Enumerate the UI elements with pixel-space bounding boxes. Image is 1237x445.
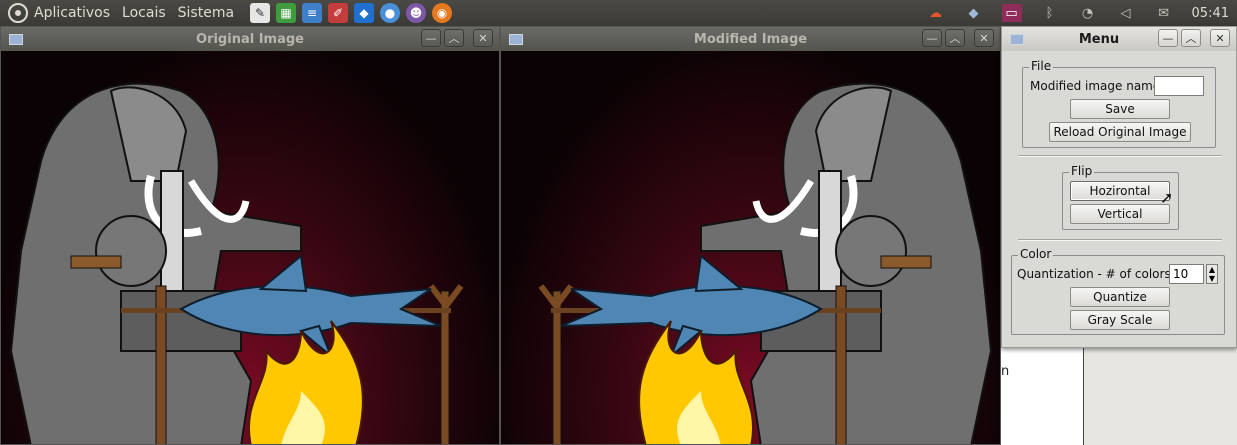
window-icon xyxy=(1010,33,1024,45)
vertical-flip-button[interactable]: Vertical xyxy=(1070,204,1170,224)
network-icon[interactable]: ◔ xyxy=(1078,4,1098,22)
campfire xyxy=(638,320,754,444)
chromium-icon[interactable]: ● xyxy=(380,3,401,23)
colors-count-input[interactable]: 10 xyxy=(1169,264,1204,284)
spin-down-icon[interactable]: ▼ xyxy=(1209,274,1215,283)
modified-image-canvas[interactable] xyxy=(501,51,1000,444)
image-name-input[interactable] xyxy=(1154,76,1204,96)
background-document: n xyxy=(1001,348,1237,445)
mouse-cursor-icon: ➚ xyxy=(1160,188,1174,207)
document-icon[interactable]: ≡ xyxy=(302,3,323,23)
reload-original-button[interactable]: Reload Original Image xyxy=(1049,122,1191,142)
dropbox-tray-icon[interactable]: ◆ xyxy=(964,4,984,22)
modified-titlebar[interactable]: Modified Image — ︿ ✕ xyxy=(501,27,1000,51)
background-text: n xyxy=(1001,364,1010,379)
dropbox-icon[interactable]: ◆ xyxy=(354,3,375,23)
separator xyxy=(1018,155,1222,157)
grayscale-button[interactable]: Gray Scale xyxy=(1070,310,1170,330)
workspace-icon[interactable]: ▭ xyxy=(1001,4,1022,22)
minimize-button[interactable]: — xyxy=(1158,29,1178,47)
image-name-label: Modified image name: xyxy=(1030,79,1165,93)
clock[interactable]: 05:41 xyxy=(1192,6,1229,21)
minimize-button[interactable]: — xyxy=(421,29,441,47)
top-panel: Aplicativos Locais Sistema ✎ ▦ ≡ ✐ ◆ ● ☻… xyxy=(0,0,1237,26)
system-tray: ☁ ◆ ▭ ᛒ ◔ ◁ ✉ 05:41 xyxy=(926,0,1237,26)
modified-image-window: Modified Image — ︿ ✕ xyxy=(500,26,1001,445)
ubuntuone-icon[interactable]: ☁ xyxy=(926,4,946,22)
horizontal-flip-button[interactable]: Hozirontal xyxy=(1070,181,1170,201)
original-image-canvas[interactable] xyxy=(1,51,499,444)
flip-legend: Flip xyxy=(1069,164,1095,178)
original-titlebar[interactable]: Original Image — ︿ ✕ xyxy=(1,27,499,51)
window-icon xyxy=(509,33,523,45)
separator xyxy=(1018,239,1222,241)
menu-sistema[interactable]: Sistema xyxy=(178,5,234,21)
colors-count-label: Quantization - # of colors: xyxy=(1017,267,1175,281)
file-legend: File xyxy=(1029,59,1054,73)
original-image-window: Original Image — ︿ ✕ xyxy=(0,26,500,445)
firefox-icon[interactable]: ◉ xyxy=(432,3,453,23)
volume-icon[interactable]: ◁ xyxy=(1116,4,1136,22)
close-button[interactable]: ✕ xyxy=(473,29,493,47)
pidgin-icon[interactable]: ☻ xyxy=(406,3,427,23)
color-legend: Color xyxy=(1018,247,1054,261)
elephant-illustration xyxy=(9,82,464,444)
menu-aplicativos[interactable]: Aplicativos xyxy=(34,5,110,21)
menu-titlebar[interactable]: Menu — ︿ ✕ xyxy=(1002,27,1236,51)
maximize-button[interactable]: ︿ xyxy=(444,29,464,47)
text-editor-icon[interactable]: ✎ xyxy=(250,3,271,23)
close-button[interactable]: ✕ xyxy=(1210,29,1230,47)
ubuntu-logo-icon[interactable] xyxy=(8,3,28,23)
background-panel xyxy=(1084,348,1237,445)
paint-icon[interactable]: ✐ xyxy=(328,3,349,23)
window-icon xyxy=(9,33,23,45)
spreadsheet-icon[interactable]: ▦ xyxy=(276,3,297,23)
menu-window: Menu — ︿ ✕ File Modified image name: Sav… xyxy=(1001,26,1237,348)
maximize-button[interactable]: ︿ xyxy=(945,29,965,47)
minimize-button[interactable]: — xyxy=(922,29,942,47)
bluetooth-icon[interactable]: ᛒ xyxy=(1040,4,1060,22)
file-group: File Modified image name: Save Reload Or… xyxy=(1022,59,1216,148)
colors-count-spinner[interactable]: ▲ ▼ xyxy=(1206,264,1218,284)
mail-icon[interactable]: ✉ xyxy=(1154,4,1174,22)
color-group: Color Quantization - # of colors: 10 ▲ ▼… xyxy=(1011,247,1225,335)
maximize-button[interactable]: ︿ xyxy=(1181,29,1201,47)
elephant-illustration-flipped xyxy=(538,82,993,444)
save-button[interactable]: Save xyxy=(1070,99,1170,119)
close-button[interactable]: ✕ xyxy=(974,29,994,47)
campfire xyxy=(248,320,364,444)
launcher-bar: ✎ ▦ ≡ ✐ ◆ ● ☻ ◉ xyxy=(250,3,453,23)
quantize-button[interactable]: Quantize xyxy=(1070,287,1170,307)
spin-up-icon[interactable]: ▲ xyxy=(1209,265,1215,274)
menu-locais[interactable]: Locais xyxy=(122,5,166,21)
